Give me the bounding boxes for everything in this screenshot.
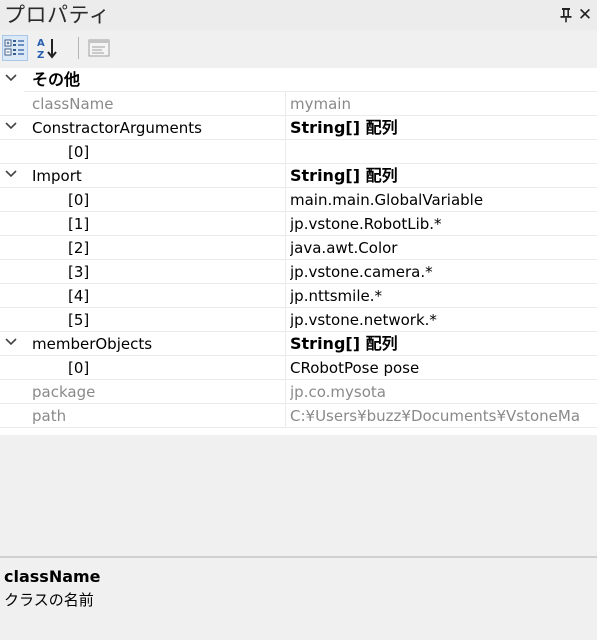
property-value[interactable]: String[] 配列 xyxy=(290,332,597,356)
column-divider xyxy=(285,236,286,260)
property-row-import-1[interactable]: [1] jp.vstone.RobotLib.* xyxy=(0,212,597,236)
column-divider xyxy=(285,284,286,308)
property-name: [2] xyxy=(68,239,90,257)
property-value[interactable]: jp.vstone.camera.* xyxy=(290,260,597,284)
column-divider xyxy=(285,116,286,140)
property-name: [0] xyxy=(68,359,90,377)
property-value[interactable]: mymain xyxy=(290,92,597,116)
property-row-member-objects-0[interactable]: [0] CRobotPose pose xyxy=(0,356,597,380)
column-divider xyxy=(285,140,286,164)
column-divider xyxy=(285,332,286,356)
property-row-constructor-arguments-0[interactable]: [0] xyxy=(0,140,597,164)
categorized-view-icon[interactable] xyxy=(2,35,28,61)
property-row-import[interactable]: Import String[] 配列 xyxy=(0,164,597,188)
property-value[interactable]: CRobotPose pose xyxy=(290,356,597,380)
property-value[interactable]: jp.co.mysota xyxy=(290,380,597,404)
property-row-path[interactable]: path C:¥Users¥buzz¥Documents¥VstoneMa xyxy=(0,404,597,428)
property-name: package xyxy=(32,383,96,401)
category-label: その他 xyxy=(32,70,81,89)
property-value[interactable]: jp.vstone.RobotLib.* xyxy=(290,212,597,236)
column-divider xyxy=(285,380,286,404)
chevron-down-icon[interactable] xyxy=(4,119,18,133)
property-name: path xyxy=(32,407,67,425)
sort-alphabetical-icon[interactable]: A Z xyxy=(34,35,60,61)
column-divider xyxy=(285,260,286,284)
property-value[interactable]: C:¥Users¥buzz¥Documents¥VstoneMa xyxy=(290,404,597,428)
description-pane: className クラスの名前 xyxy=(0,559,597,640)
property-row-constructor-arguments[interactable]: ConstractorArguments String[] 配列 xyxy=(0,116,597,140)
chevron-down-icon[interactable] xyxy=(4,335,18,349)
property-row-import-0[interactable]: [0] main.main.GlobalVariable xyxy=(0,188,597,212)
property-row-member-objects[interactable]: memberObjects String[] 配列 xyxy=(0,332,597,356)
property-name: [4] xyxy=(68,287,90,305)
property-row-import-5[interactable]: [5] jp.vstone.network.* xyxy=(0,308,597,332)
column-divider xyxy=(285,308,286,332)
chevron-down-icon[interactable] xyxy=(4,71,18,85)
description-text: クラスの名前 xyxy=(4,591,94,609)
category-row[interactable]: その他 xyxy=(0,68,597,92)
column-divider xyxy=(285,404,286,428)
svg-text:Z: Z xyxy=(37,50,44,61)
column-divider xyxy=(285,92,286,116)
column-divider xyxy=(285,356,286,380)
description-title: className xyxy=(4,567,101,586)
property-value[interactable]: jp.vstone.network.* xyxy=(290,308,597,332)
property-row-import-3[interactable]: [3] jp.vstone.camera.* xyxy=(0,260,597,284)
toolbar-separator xyxy=(78,37,79,59)
property-value[interactable]: String[] 配列 xyxy=(290,116,597,140)
property-name: ConstractorArguments xyxy=(32,119,202,137)
property-name: [1] xyxy=(68,215,90,233)
column-divider xyxy=(285,188,286,212)
property-value[interactable] xyxy=(290,140,597,164)
column-divider xyxy=(285,164,286,188)
property-name: [0] xyxy=(68,191,90,209)
property-value[interactable]: jp.nttsmile.* xyxy=(290,284,597,308)
pin-icon[interactable] xyxy=(556,0,576,30)
property-row-import-4[interactable]: [4] jp.nttsmile.* xyxy=(0,284,597,308)
property-value[interactable]: java.awt.Color xyxy=(290,236,597,260)
property-grid: その他 className mymain ConstractorArgument… xyxy=(0,68,597,435)
property-name: className xyxy=(32,95,114,113)
properties-toolbar: A Z xyxy=(0,31,597,63)
chevron-down-icon[interactable] xyxy=(4,167,18,181)
property-row-package[interactable]: package jp.co.mysota xyxy=(0,380,597,404)
property-name: [5] xyxy=(68,311,90,329)
svg-text:A: A xyxy=(37,38,45,49)
row-margin xyxy=(0,68,24,92)
property-name: [3] xyxy=(68,263,90,281)
close-icon[interactable]: ✕ xyxy=(575,0,595,30)
panel-title: プロパティ xyxy=(4,3,111,27)
property-row-classname[interactable]: className mymain xyxy=(0,92,597,116)
property-name: [0] xyxy=(68,143,90,161)
column-divider xyxy=(285,212,286,236)
property-name: memberObjects xyxy=(32,335,153,353)
property-value[interactable]: String[] 配列 xyxy=(290,164,597,188)
panel-header: プロパティ ✕ xyxy=(0,0,597,30)
property-pages-icon[interactable] xyxy=(86,35,112,61)
property-name: Import xyxy=(32,167,82,185)
property-row-import-2[interactable]: [2] java.awt.Color xyxy=(0,236,597,260)
property-value[interactable]: main.main.GlobalVariable xyxy=(290,188,597,212)
description-splitter[interactable] xyxy=(0,556,597,558)
